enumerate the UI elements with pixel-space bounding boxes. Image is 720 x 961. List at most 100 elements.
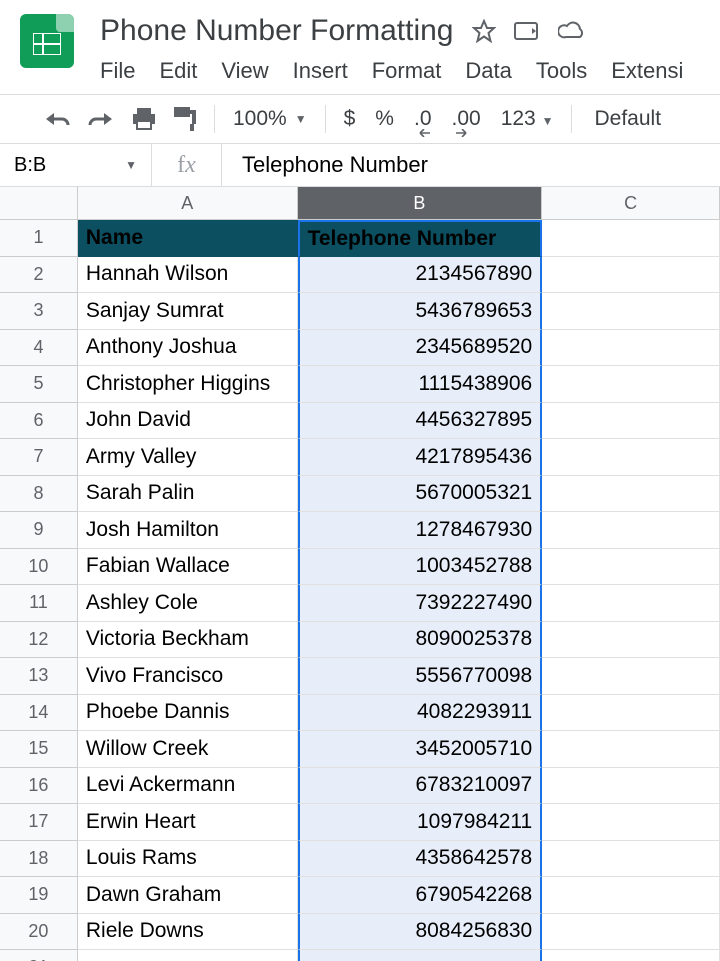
cell[interactable] — [542, 622, 720, 659]
cell[interactable] — [542, 366, 720, 403]
cell[interactable] — [542, 220, 720, 257]
cell[interactable] — [542, 257, 720, 294]
name-box[interactable]: B:B ▼ — [0, 144, 152, 186]
column-header-B[interactable]: B — [298, 187, 543, 220]
cell[interactable] — [542, 695, 720, 732]
cell[interactable]: Name — [78, 220, 298, 257]
menu-data[interactable]: Data — [465, 58, 511, 84]
cell[interactable]: 5670005321 — [298, 476, 543, 513]
cell[interactable] — [542, 439, 720, 476]
cell[interactable]: 8090025378 — [298, 622, 543, 659]
paint-format-icon[interactable] — [174, 107, 196, 131]
column-header-A[interactable]: A — [78, 187, 298, 220]
cell[interactable]: Telephone Number — [298, 220, 543, 257]
cloud-status-icon[interactable] — [558, 19, 586, 43]
row-header[interactable]: 8 — [0, 476, 78, 513]
row-header[interactable]: 1 — [0, 220, 78, 257]
cell[interactable] — [542, 731, 720, 768]
row-header[interactable]: 4 — [0, 330, 78, 367]
menu-extensions[interactable]: Extensi — [611, 58, 683, 84]
menu-view[interactable]: View — [221, 58, 268, 84]
cell[interactable] — [542, 403, 720, 440]
menu-tools[interactable]: Tools — [536, 58, 587, 84]
select-all-corner[interactable] — [0, 187, 78, 220]
cell[interactable]: 1003452788 — [298, 549, 543, 586]
more-formats-button[interactable]: 123 ▼ — [501, 107, 554, 131]
cell[interactable]: John David — [78, 403, 298, 440]
row-header[interactable]: 11 — [0, 585, 78, 622]
cell[interactable] — [542, 512, 720, 549]
cell[interactable]: Hannah Wilson — [78, 257, 298, 294]
row-header[interactable]: 13 — [0, 658, 78, 695]
row-header[interactable]: 2 — [0, 257, 78, 294]
cell[interactable] — [542, 585, 720, 622]
sheets-logo-icon[interactable] — [20, 14, 74, 68]
cell[interactable]: Sanjay Sumrat — [78, 293, 298, 330]
row-header[interactable]: 6 — [0, 403, 78, 440]
row-header[interactable]: 9 — [0, 512, 78, 549]
document-title[interactable]: Phone Number Formatting — [100, 14, 454, 48]
print-icon[interactable] — [132, 108, 156, 130]
cell[interactable]: Dawn Graham — [78, 877, 298, 914]
cell[interactable]: 4358642578 — [298, 841, 543, 878]
font-select[interactable]: Default — [594, 107, 661, 131]
cell[interactable]: 8084256830 — [298, 914, 543, 951]
cell[interactable]: 1278467930 — [298, 512, 543, 549]
cell[interactable] — [542, 950, 720, 961]
row-header[interactable]: 10 — [0, 549, 78, 586]
cell[interactable]: 3452005710 — [298, 731, 543, 768]
cell[interactable]: 2345689520 — [298, 330, 543, 367]
format-currency-button[interactable]: $ — [344, 107, 356, 131]
cell[interactable] — [542, 804, 720, 841]
row-header[interactable]: 19 — [0, 877, 78, 914]
decrease-decimal-button[interactable]: .0 — [414, 107, 432, 131]
cell[interactable]: Army Valley — [78, 439, 298, 476]
cell[interactable]: 1115438906 — [298, 366, 543, 403]
cell[interactable] — [78, 950, 298, 961]
cell[interactable]: 6783210097 — [298, 768, 543, 805]
cell[interactable]: 4456327895 — [298, 403, 543, 440]
cell[interactable]: 4082293911 — [298, 695, 543, 732]
star-icon[interactable] — [472, 19, 496, 43]
cell[interactable]: Christopher Higgins — [78, 366, 298, 403]
cell[interactable]: 6790542268 — [298, 877, 543, 914]
cell[interactable]: 5556770098 — [298, 658, 543, 695]
zoom-select[interactable]: 100% ▼ — [233, 107, 307, 131]
cell[interactable] — [542, 549, 720, 586]
row-header[interactable]: 20 — [0, 914, 78, 951]
cell[interactable] — [298, 950, 543, 961]
cell[interactable]: Levi Ackermann — [78, 768, 298, 805]
cell[interactable]: Sarah Palin — [78, 476, 298, 513]
cell[interactable]: 5436789653 — [298, 293, 543, 330]
row-header[interactable]: 21 — [0, 950, 78, 961]
redo-icon[interactable] — [88, 110, 114, 128]
cell[interactable] — [542, 293, 720, 330]
menu-insert[interactable]: Insert — [293, 58, 348, 84]
cell[interactable]: Josh Hamilton — [78, 512, 298, 549]
move-icon[interactable] — [514, 19, 540, 43]
column-header-C[interactable]: C — [542, 187, 720, 220]
cell[interactable]: Erwin Heart — [78, 804, 298, 841]
cell[interactable]: 4217895436 — [298, 439, 543, 476]
cell[interactable] — [542, 658, 720, 695]
spreadsheet-grid[interactable]: A B C 1 Name Telephone Number 2Hannah Wi… — [0, 187, 720, 961]
cell[interactable] — [542, 914, 720, 951]
cell[interactable]: 1097984211 — [298, 804, 543, 841]
cell[interactable]: Victoria Beckham — [78, 622, 298, 659]
increase-decimal-button[interactable]: .00 — [452, 107, 481, 131]
menu-file[interactable]: File — [100, 58, 135, 84]
row-header[interactable]: 14 — [0, 695, 78, 732]
cell[interactable]: Louis Rams — [78, 841, 298, 878]
row-header[interactable]: 15 — [0, 731, 78, 768]
row-header[interactable]: 18 — [0, 841, 78, 878]
cell[interactable]: Ashley Cole — [78, 585, 298, 622]
menu-format[interactable]: Format — [372, 58, 442, 84]
row-header[interactable]: 16 — [0, 768, 78, 805]
row-header[interactable]: 12 — [0, 622, 78, 659]
cell[interactable] — [542, 841, 720, 878]
cell[interactable]: Phoebe Dannis — [78, 695, 298, 732]
row-header[interactable]: 5 — [0, 366, 78, 403]
cell[interactable]: Vivo Francisco — [78, 658, 298, 695]
cell[interactable] — [542, 330, 720, 367]
cell[interactable]: Fabian Wallace — [78, 549, 298, 586]
